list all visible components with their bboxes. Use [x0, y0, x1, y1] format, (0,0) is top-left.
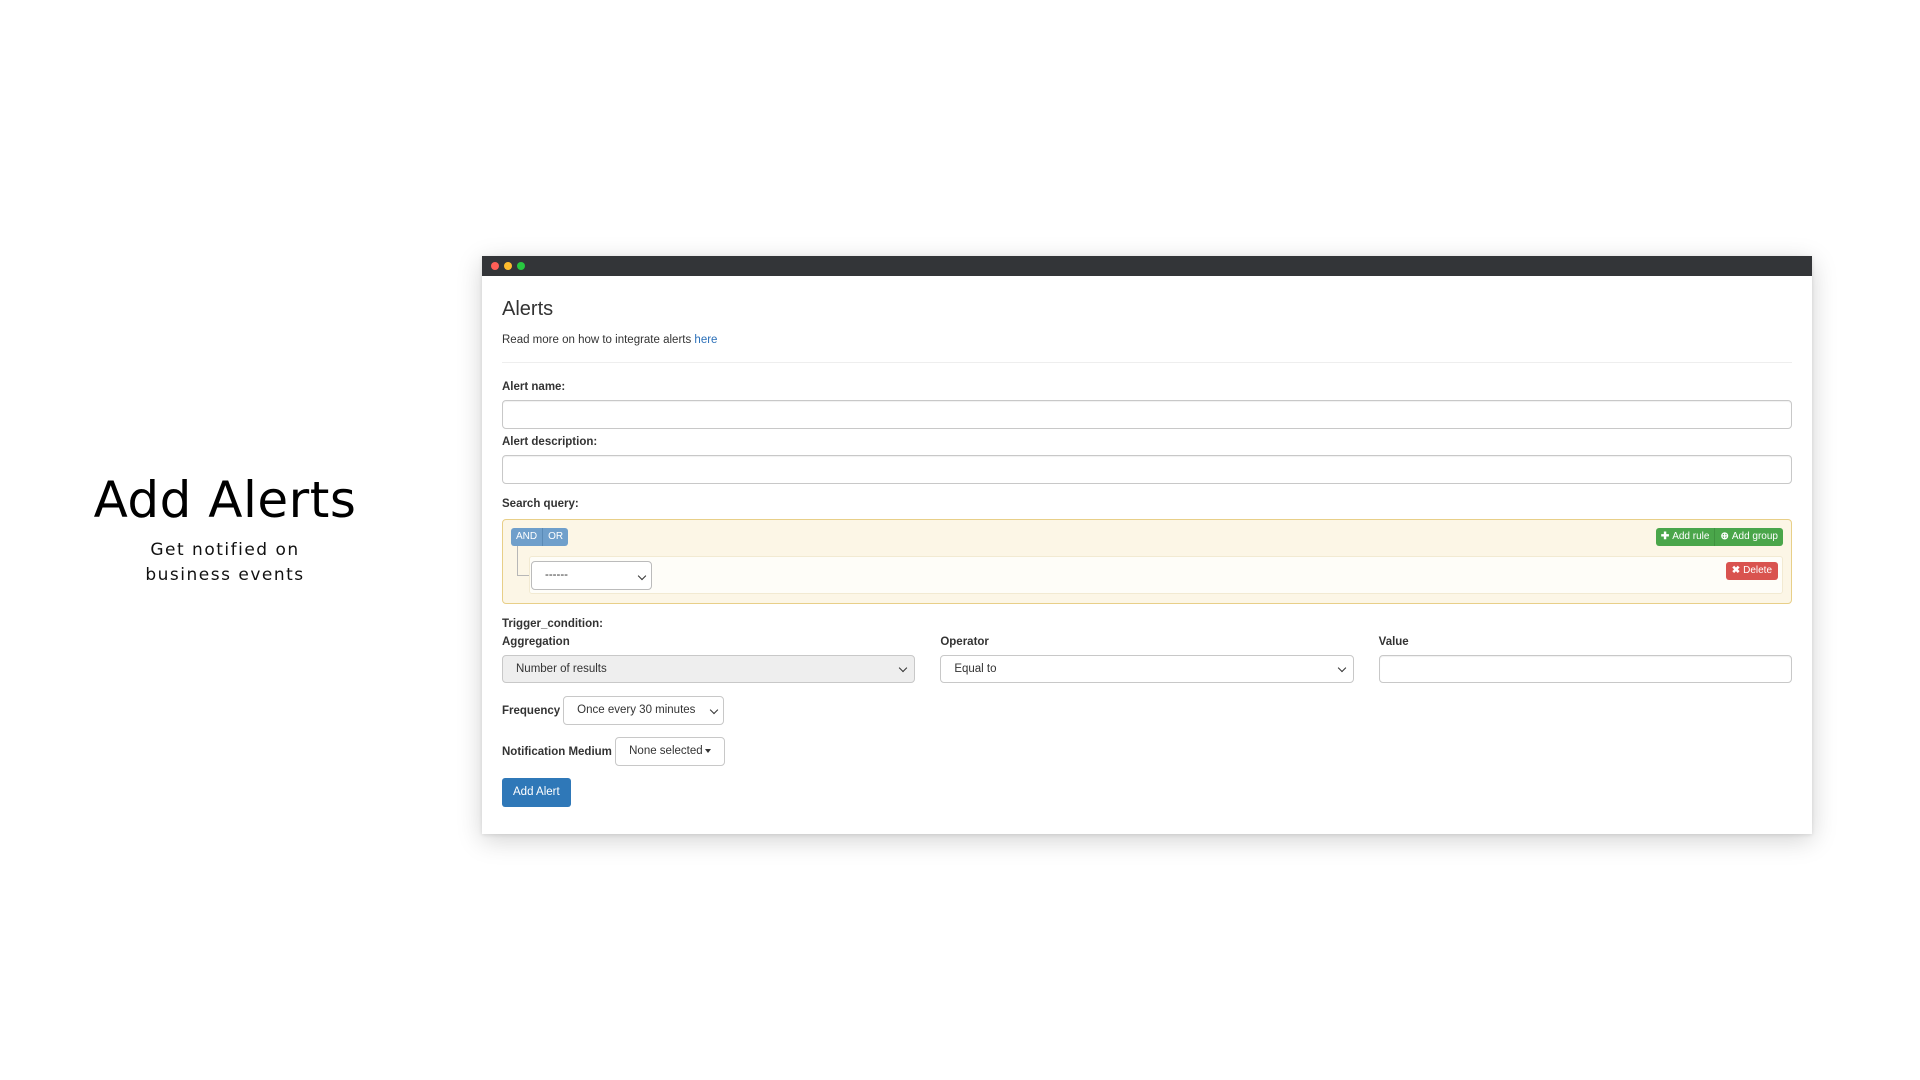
close-window-dot[interactable]: [491, 262, 499, 270]
trigger-condition-group: Trigger_condition: Aggregation Number of…: [502, 618, 1792, 683]
add-rule-button[interactable]: ✚ Add rule: [1655, 528, 1716, 546]
delete-rule-button[interactable]: ✖ Delete: [1725, 562, 1778, 580]
rule-field-select[interactable]: ------: [531, 561, 652, 590]
value-column: Value: [1378, 636, 1792, 683]
chevron-down-icon: [709, 705, 719, 715]
operator-label: Operator: [940, 636, 989, 648]
alerts-page: Alerts Read more on how to integrate ale…: [482, 276, 1812, 807]
rule-connector-line: [517, 546, 529, 576]
alert-description-field-group: Alert description:: [502, 436, 1792, 484]
frequency-select-value: Once every 30 minutes: [577, 704, 696, 716]
window-titlebar: [482, 256, 1812, 276]
chevron-down-icon: [1337, 663, 1346, 673]
value-label: Value: [1378, 636, 1409, 648]
rule-field-select-value: ------: [545, 569, 568, 581]
and-condition-button[interactable]: AND: [511, 528, 544, 546]
search-query-group: Search query: AND OR ✚ Add rule ⊕ Add gr…: [502, 498, 1792, 604]
aggregation-select[interactable]: Number of results: [502, 655, 916, 683]
operator-select-value: Equal to: [954, 663, 997, 675]
page-title: Alerts: [502, 298, 554, 320]
notification-medium-value: None selected: [629, 745, 703, 757]
frequency-select[interactable]: Once every 30 minutes: [563, 696, 725, 725]
chevron-down-icon: [637, 571, 647, 581]
minimize-window-dot[interactable]: [504, 262, 512, 270]
operator-select[interactable]: Equal to: [940, 655, 1354, 683]
intro-text-label: Read more on how to integrate alerts: [502, 334, 695, 346]
integration-docs-link[interactable]: here: [694, 334, 717, 346]
chevron-down-icon: [899, 663, 908, 673]
add-alert-button[interactable]: Add Alert: [502, 778, 571, 807]
caret-down-icon: [704, 748, 711, 753]
delete-rule-label: Delete: [1743, 565, 1772, 576]
add-group-button[interactable]: ⊕ Add group: [1715, 528, 1783, 546]
frequency-label: Frequency: [502, 704, 561, 717]
aggregation-select-value: Number of results: [516, 663, 607, 675]
plus-circle-icon: ⊕: [1720, 531, 1729, 542]
divider: [502, 362, 1792, 363]
or-condition-button[interactable]: OR: [543, 528, 569, 546]
add-group-label: Add group: [1731, 531, 1778, 542]
notification-medium-label: Notification Medium: [502, 745, 612, 758]
plus-icon: ✚: [1660, 531, 1670, 542]
maximize-window-dot[interactable]: [517, 262, 525, 270]
alert-name-input[interactable]: [502, 400, 1792, 429]
trigger-grid: Aggregation Number of results Operator E…: [502, 636, 1792, 683]
alert-description-label: Alert description:: [502, 436, 598, 448]
browser-window: Alerts Read more on how to integrate ale…: [482, 256, 1812, 834]
hero-subtitle: Get notified on business events: [145, 540, 305, 585]
search-query-label: Search query:: [502, 498, 579, 510]
intro-text: Read more on how to integrate alerts her…: [502, 334, 1792, 346]
query-actions: ✚ Add rule ⊕ Add group: [1655, 528, 1783, 546]
value-input[interactable]: [1378, 655, 1792, 683]
aggregation-column: Aggregation Number of results: [502, 636, 916, 683]
query-rule-row: ------ ✖ Delete: [529, 556, 1783, 594]
alert-name-field-group: Alert name:: [502, 381, 1792, 429]
alert-description-input[interactable]: [502, 455, 1792, 484]
notification-medium-dropdown[interactable]: None selected: [614, 737, 725, 766]
condition-toggle-group: AND OR: [511, 528, 569, 546]
aggregation-label: Aggregation: [502, 636, 570, 648]
add-rule-label: Add rule: [1672, 531, 1710, 542]
query-builder: AND OR ✚ Add rule ⊕ Add group ------ ✖ D…: [502, 519, 1792, 604]
hero-title: Add Alerts: [93, 471, 357, 529]
frequency-row: Frequency Once every 30 minutes: [502, 696, 1792, 725]
trigger-condition-label: Trigger_condition:: [502, 618, 603, 630]
hero-section: Add Alerts Get notified on business even…: [40, 470, 410, 588]
operator-column: Operator Equal to: [940, 636, 1354, 683]
notification-row: Notification Medium None selected: [502, 737, 1792, 766]
close-icon: ✖: [1731, 565, 1741, 576]
alert-name-label: Alert name:: [502, 381, 566, 393]
